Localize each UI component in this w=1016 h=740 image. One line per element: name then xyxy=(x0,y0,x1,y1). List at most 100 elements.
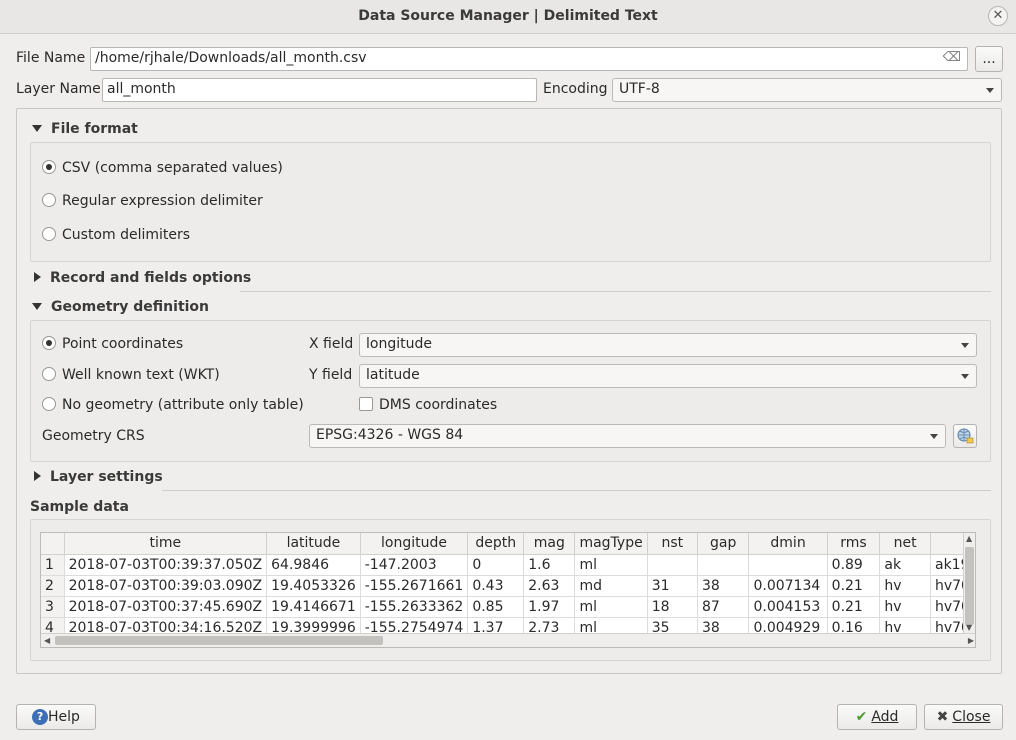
radio-icon xyxy=(42,367,56,381)
table-row[interactable]: 1 2018-07-03T00:39:37.050Z 64.9846 -147.… xyxy=(41,554,975,576)
table-cell: hv xyxy=(879,596,931,618)
regex-radio[interactable]: Regular expression delimiter xyxy=(42,193,263,209)
scroll-left-icon[interactable]: ◀ xyxy=(44,636,50,646)
table-cell: 0.89 xyxy=(827,554,881,576)
table-row[interactable]: 2 2018-07-03T00:39:03.090Z 19.4053326 -1… xyxy=(41,575,975,597)
wkt-radio[interactable]: Well known text (WKT) xyxy=(42,367,220,383)
table-cell xyxy=(697,554,750,576)
radio-icon xyxy=(42,193,56,207)
geometry-crs-label: Geometry CRS xyxy=(42,428,145,444)
add-button[interactable]: ✔ Add xyxy=(837,704,917,730)
window-close-button[interactable]: ✕ xyxy=(988,6,1008,26)
layer-name-input[interactable]: all_month xyxy=(102,78,537,102)
sample-data-title: Sample data xyxy=(30,499,129,515)
table-cell: -147.2003 xyxy=(360,554,469,576)
table-cell: 18 xyxy=(647,596,698,618)
table-cell: -155.2633362 xyxy=(360,596,469,618)
crs-select[interactable]: EPSG:4326 - WGS 84 xyxy=(309,424,946,448)
row-number: 1 xyxy=(41,554,65,576)
table-cell: 0.21 xyxy=(827,596,881,618)
table-cell: 2.63 xyxy=(523,575,576,597)
column-header[interactable]: net xyxy=(879,533,931,555)
x-field-label: X field xyxy=(309,336,354,352)
record-fields-header[interactable]: Record and fields options xyxy=(32,270,251,286)
row-number: 3 xyxy=(41,596,65,618)
chevron-down-icon xyxy=(961,374,969,379)
point-coordinates-radio[interactable]: Point coordinates xyxy=(42,336,183,352)
vertical-scroll-thumb[interactable] xyxy=(965,547,974,625)
checkmark-icon: ✔ xyxy=(855,709,868,725)
table-cell: md xyxy=(574,575,648,597)
no-geometry-radio[interactable]: No geometry (attribute only table) xyxy=(42,397,304,413)
file-name-input[interactable]: /home/rjhale/Downloads/all_month.csv ⌫ xyxy=(90,47,968,71)
scroll-down-icon[interactable]: ▼ xyxy=(966,623,972,633)
chevron-down-icon xyxy=(961,343,969,348)
window-title: Data Source Manager | Delimited Text xyxy=(358,8,658,24)
crs-value: EPSG:4326 - WGS 84 xyxy=(316,427,464,443)
layer-settings-header[interactable]: Layer settings xyxy=(32,469,163,485)
custom-delimiters-radio[interactable]: Custom delimiters xyxy=(42,227,190,243)
collapse-arrow-icon xyxy=(32,125,42,132)
table-cell: 38 xyxy=(697,575,750,597)
help-icon: ? xyxy=(32,709,49,725)
table-cell: hv xyxy=(879,575,931,597)
table-cell xyxy=(647,554,698,576)
table-cell: ml xyxy=(574,596,648,618)
geometry-header[interactable]: Geometry definition xyxy=(32,299,209,315)
horizontal-scrollbar[interactable]: ◀ ▶ xyxy=(41,633,975,647)
table-cell: 2018-07-03T00:37:45.690Z xyxy=(64,596,268,618)
scroll-right-icon[interactable]: ▶ xyxy=(968,636,974,646)
table-cell: ak xyxy=(879,554,931,576)
y-field-value: latitude xyxy=(366,367,420,383)
table-header-row: time latitude longitude depth mag magTyp… xyxy=(41,533,975,555)
column-header[interactable]: mag xyxy=(523,533,576,555)
scroll-up-icon[interactable]: ▲ xyxy=(966,534,972,544)
file-name-label: File Name xyxy=(16,50,86,66)
table-cell: 19.4146671 xyxy=(266,596,361,618)
clear-icon[interactable]: ⌫ xyxy=(943,50,961,65)
radio-icon xyxy=(42,227,56,241)
column-header[interactable]: depth xyxy=(467,533,525,555)
y-field-select[interactable]: latitude xyxy=(359,364,977,388)
csv-radio[interactable]: CSV (comma separated values) xyxy=(42,160,283,176)
column-header[interactable]: latitude xyxy=(266,533,361,555)
x-field-select[interactable]: longitude xyxy=(359,333,977,357)
browse-button[interactable]: ... xyxy=(975,46,1003,72)
dms-checkbox[interactable]: DMS coordinates xyxy=(359,397,497,413)
globe-icon xyxy=(957,428,974,444)
crs-selector-button[interactable] xyxy=(953,424,977,448)
close-button[interactable]: ✖ Close xyxy=(924,704,1003,730)
column-header[interactable]: rms xyxy=(827,533,881,555)
title-bar: Data Source Manager | Delimited Text ✕ xyxy=(0,0,1016,34)
checkbox-icon xyxy=(359,397,373,411)
corner-cell xyxy=(41,533,65,555)
close-icon: ✖ xyxy=(936,709,949,725)
data-grid: time latitude longitude depth mag magTyp… xyxy=(41,533,975,639)
file-format-header[interactable]: File format xyxy=(32,121,138,137)
table-cell: 0.21 xyxy=(827,575,881,597)
table-cell: 19.4053326 xyxy=(266,575,361,597)
sample-data-table[interactable]: time latitude longitude depth mag magTyp… xyxy=(40,532,976,648)
table-cell: 87 xyxy=(697,596,750,618)
column-header[interactable]: gap xyxy=(697,533,750,555)
column-header[interactable]: nst xyxy=(647,533,698,555)
column-header[interactable]: time xyxy=(64,533,268,555)
section-divider xyxy=(240,291,991,292)
column-header[interactable]: dmin xyxy=(748,533,828,555)
expand-arrow-icon xyxy=(34,272,41,282)
table-cell: 0.85 xyxy=(467,596,525,618)
horizontal-scroll-thumb[interactable] xyxy=(55,636,383,645)
chevron-down-icon xyxy=(986,88,994,93)
table-cell: 2018-07-03T00:39:37.050Z xyxy=(64,554,268,576)
table-cell: 0.004153 xyxy=(748,596,828,618)
column-header[interactable]: longitude xyxy=(360,533,469,555)
encoding-select[interactable]: UTF-8 xyxy=(612,78,1002,102)
encoding-value: UTF-8 xyxy=(619,81,660,97)
file-name-value: /home/rjhale/Downloads/all_month.csv xyxy=(95,50,367,66)
column-header[interactable]: magType xyxy=(574,533,648,555)
layer-name-label: Layer Name xyxy=(16,81,101,97)
help-button[interactable]: ? Help xyxy=(16,704,96,730)
table-row[interactable]: 3 2018-07-03T00:37:45.690Z 19.4146671 -1… xyxy=(41,596,975,618)
vertical-scrollbar[interactable]: ▲ ▼ xyxy=(963,533,975,634)
row-number: 2 xyxy=(41,575,65,597)
